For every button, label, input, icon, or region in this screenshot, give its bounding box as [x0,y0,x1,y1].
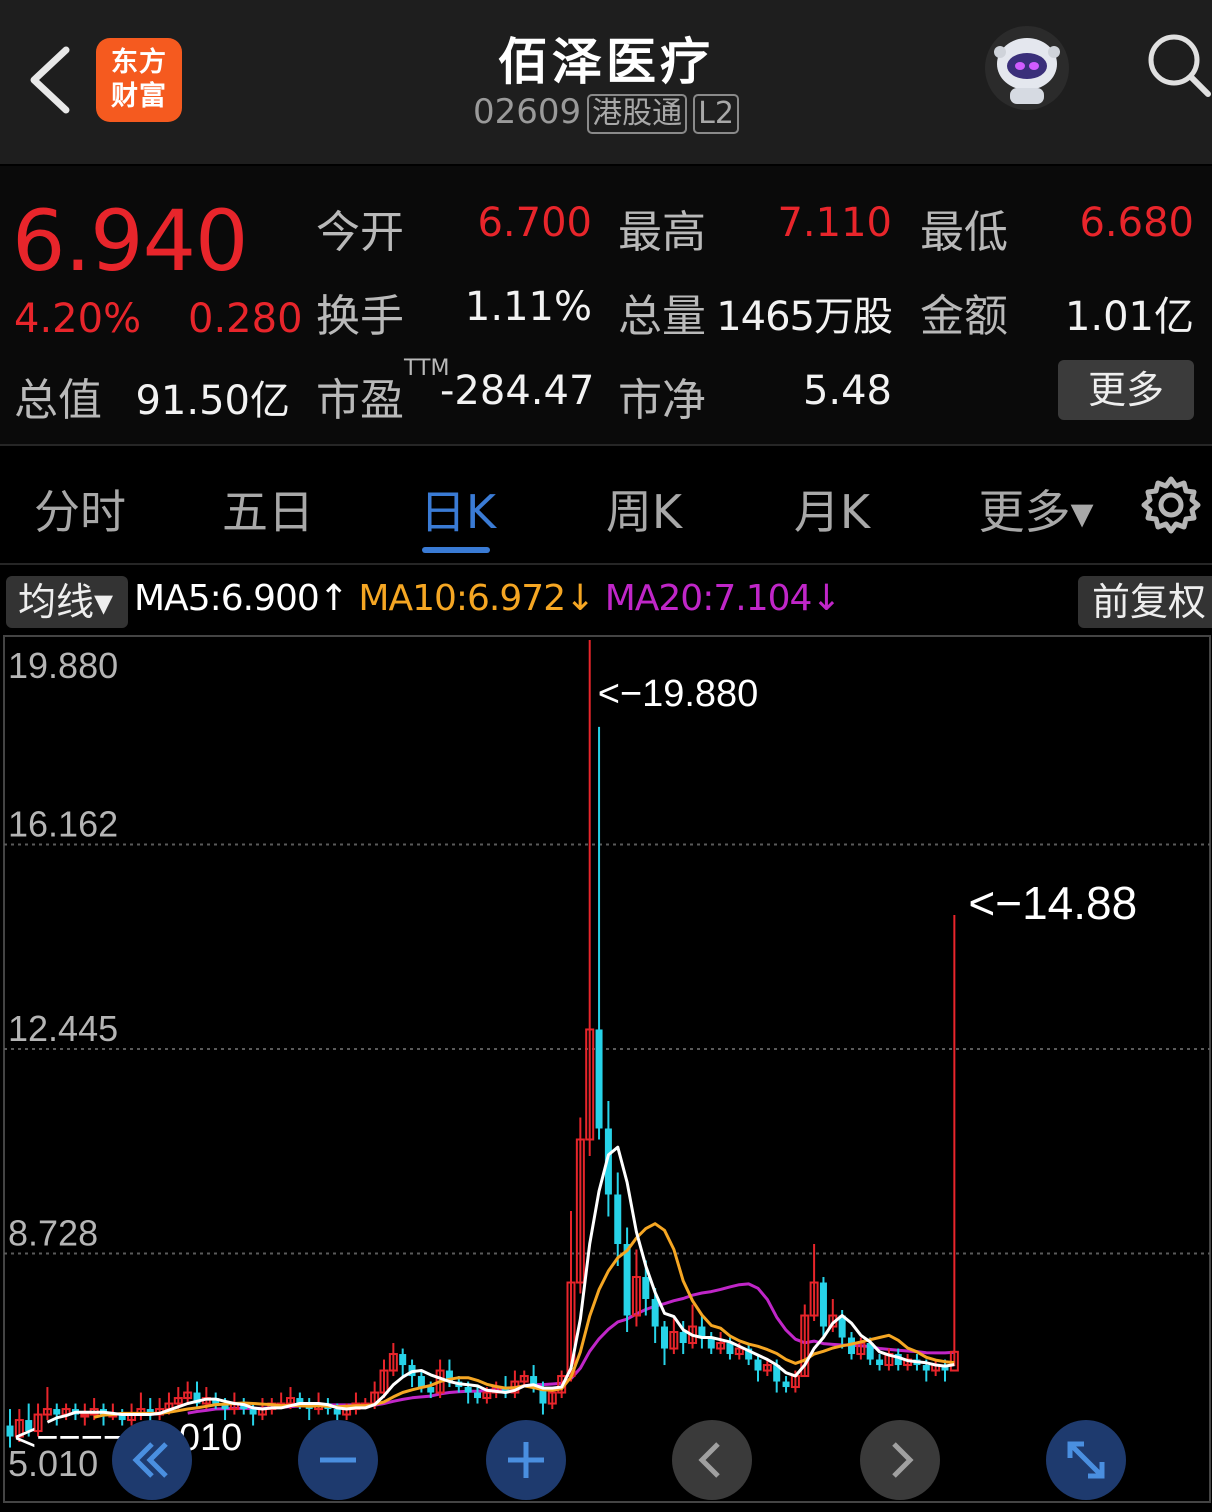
y-ticks: 19.88016.16212.4458.7285.010 [8,645,118,1484]
ma5-value: MA5:6.900↑ [134,578,349,619]
turnover-label: 换手 [316,291,404,342]
candle-body [754,1359,762,1371]
y-tick-label: 8.728 [8,1212,98,1253]
chart-frame [3,635,1211,1503]
next-candle-button[interactable] [860,1420,940,1500]
low-label: 最低 [920,207,1008,258]
candle-body [399,1354,407,1366]
robot-assistant-icon[interactable] [980,22,1074,112]
tab-weekly-k[interactable]: 周K [564,476,724,542]
settings-gear-icon[interactable] [1140,474,1202,536]
candle-body [53,1409,61,1415]
zoom-out-button[interactable] [298,1420,378,1500]
ma-selector-button[interactable]: 均线▾ [6,576,128,628]
candle-body [249,1409,257,1415]
price-annotation: <−14.88 [968,877,1137,929]
turnover-value: 1.11% [464,284,592,330]
candle-body [427,1387,435,1393]
ma10-value: MA10:6.972↓ [358,578,595,619]
change-percent: 4.20% [14,296,142,342]
candle-body [623,1244,631,1316]
search-icon[interactable] [1144,30,1212,98]
candle-body [661,1326,668,1349]
market-cap-value: 91.50亿 [135,378,290,424]
candles [6,640,959,1448]
candle-body [6,1425,14,1437]
candle-body [333,1409,341,1415]
price-annotation: <−19.880 [598,673,759,715]
more-quote-button[interactable]: 更多 [1058,360,1194,420]
candle-body [782,1381,790,1388]
candle-body [679,1332,687,1344]
volume-label: 总量 [618,291,706,342]
pb-label: 市净 [618,375,706,426]
level2-tag: L2 [693,93,739,134]
tab-daily-k[interactable]: 日K [378,476,538,542]
divider [0,563,1212,565]
amount-value: 1.01亿 [1064,294,1194,340]
candle-body [614,1194,622,1245]
pb-value: 5.48 [802,368,892,414]
market-cap-label: 总值 [14,375,102,426]
candle-body [474,1392,481,1399]
tab-intraday[interactable]: 分时 [0,476,160,542]
adjust-mode-button[interactable]: 前复权 [1078,576,1212,628]
divider [0,444,1212,446]
stock-code: 02609 [473,92,582,132]
candle-body [417,1376,425,1388]
open-value: 6.700 [477,200,592,246]
kline-chart[interactable]: 19.88016.16212.4458.7285.010 <−19.880<−1… [0,634,1212,1512]
candle-body [876,1359,884,1366]
pe-value: -284.47 [440,368,595,414]
open-label: 今开 [316,207,404,258]
candle-body [464,1387,472,1393]
high-label: 最高 [618,207,706,258]
volume-value: 1465万股 [716,294,893,340]
y-tick-label: 16.162 [8,804,118,845]
ma-values: MA5:6.900↑ MA10:6.972↓ MA20:7.104↓ [134,578,842,619]
active-tab-indicator [422,547,490,553]
candle-body [595,1029,603,1129]
ma20-value: MA20:7.104↓ [604,578,842,619]
candle-body [819,1282,827,1327]
amount-label: 金额 [920,291,1008,342]
last-price: 6.940 [12,192,248,290]
high-value: 7.110 [777,200,892,246]
prev-candle-button[interactable] [672,1420,752,1500]
pe-label: 市盈 [316,375,404,426]
candle-body [651,1299,659,1327]
tab-more[interactable]: 更多▾ [956,476,1116,542]
hk-connect-tag: 港股通 [587,93,688,134]
tab-monthly-k[interactable]: 月K [752,476,912,542]
y-tick-label: 12.445 [8,1008,118,1049]
low-value: 6.680 [1079,200,1194,246]
change-value: 0.280 [188,296,303,342]
candle-body [642,1277,650,1300]
fullscreen-expand-icon[interactable] [1046,1420,1126,1500]
candle-body [922,1365,930,1371]
tab-five-day[interactable]: 五日 [188,476,348,542]
scroll-first-button[interactable] [112,1420,192,1500]
zoom-in-button[interactable] [486,1420,566,1500]
y-tick-label: 19.880 [8,645,118,686]
